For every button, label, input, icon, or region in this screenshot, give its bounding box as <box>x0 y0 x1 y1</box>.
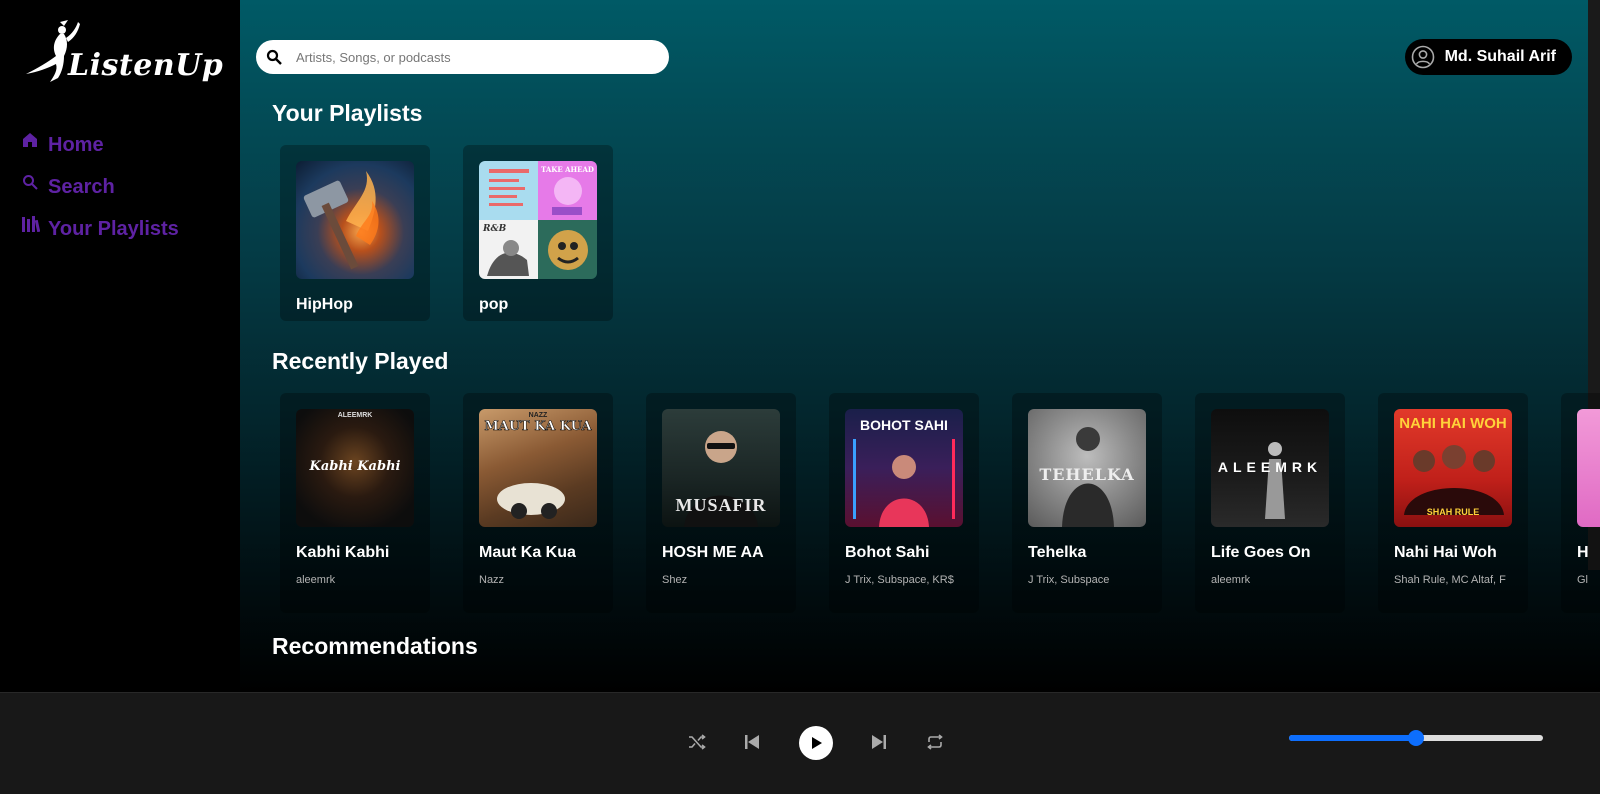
shuffle-icon <box>689 734 706 750</box>
track-artist: aleemrk <box>1211 574 1251 586</box>
cover-text: TAKE AHEAD <box>541 165 594 174</box>
track-title: Maut Ka Kua <box>479 544 576 561</box>
section-title-playlists: Your Playlists <box>272 100 423 126</box>
app-logo[interactable]: ListenUp <box>24 18 224 88</box>
cover-text: ALEEMRK <box>1217 459 1323 475</box>
sidebar: ListenUp Home Search Your Playlists <box>0 0 240 692</box>
home-icon <box>22 132 40 150</box>
track-title: Tehelka <box>1028 544 1087 561</box>
track-card[interactable]: ALEEMRK Life Goes On aleemrk <box>1195 393 1345 613</box>
cover-tile: R&B <box>479 220 538 279</box>
track-card[interactable]: NAZZ MAUT KA KUA Maut Ka Kua Nazz <box>463 393 613 613</box>
volume-slider[interactable] <box>1289 730 1543 746</box>
playlist-cover-pop: TAKE AHEAD R&B <box>479 161 597 279</box>
track-title: HOSH ME AA <box>662 544 764 561</box>
track-card[interactable]: NAHI HAI WOH SHAH RULE Nahi Hai Woh Shah… <box>1378 393 1528 613</box>
sidebar-item-home[interactable]: Home <box>22 124 179 166</box>
cover-tile: TAKE AHEAD <box>538 161 597 220</box>
search-input[interactable] <box>296 49 636 65</box>
volume-slider-thumb[interactable] <box>1408 730 1424 746</box>
playlist-name: HipHop <box>296 296 353 313</box>
track-artist: J Trix, Subspace <box>1028 574 1110 586</box>
search-icon <box>22 174 40 192</box>
logo-text: ListenUp <box>68 48 224 83</box>
main-content: Md. Suhail Arif Your Playlists HipHop <box>240 0 1600 692</box>
sidebar-item-search[interactable]: Search <box>22 166 179 208</box>
track-artist: Shah Rule, MC Altaf, F <box>1394 574 1506 586</box>
sidebar-item-your-playlists[interactable]: Your Playlists <box>22 208 179 250</box>
play-icon <box>812 737 822 749</box>
cover-text: Kabhi Kabhi <box>309 459 401 474</box>
next-icon <box>872 735 886 749</box>
track-card[interactable]: ALEEMRK Kabhi Kabhi Kabhi Kabhi aleemrk <box>280 393 430 613</box>
app-root: ListenUp Home Search Your Playlists Arti… <box>0 0 1600 794</box>
track-title: Life Goes On <box>1211 544 1311 561</box>
track-artist: Gl <box>1577 574 1588 586</box>
track-artist: J Trix, Subspace, KR$ <box>845 574 954 586</box>
search-icon <box>266 49 282 65</box>
sidebar-item-label: Home <box>48 133 104 156</box>
player-bar <box>0 692 1600 794</box>
track-artist: Nazz <box>479 574 505 586</box>
track-title: Bohot Sahi <box>845 544 930 561</box>
track-card[interactable]: H Gl <box>1561 393 1600 613</box>
cover-text: R&B <box>483 224 507 234</box>
user-name: Md. Suhail Arif <box>1444 48 1556 65</box>
cover-tile <box>479 161 538 220</box>
playlist-card[interactable]: TAKE AHEAD R&B pop <box>463 145 613 321</box>
track-artist: aleemrk <box>296 574 336 586</box>
track-card[interactable]: BOHOT SAHI Bohot Sahi J Trix, Subspace, … <box>829 393 979 613</box>
repeat-button[interactable] <box>924 731 946 753</box>
track-cover: BOHOT SAHI <box>845 409 963 527</box>
track-card[interactable]: TEHELKA Tehelka J Trix, Subspace <box>1012 393 1162 613</box>
track-cover <box>1577 409 1600 527</box>
track-title: Nahi Hai Woh <box>1394 544 1497 561</box>
playlist-card[interactable]: HipHop <box>280 145 430 321</box>
track-title: H <box>1577 544 1589 561</box>
section-title-recently-played: Recently Played <box>272 348 449 374</box>
volume-slider-fill <box>1289 735 1416 741</box>
playlists-row: HipHop TAKE AHEAD R&B pop <box>280 145 646 321</box>
cover-text: ALEEMRK <box>337 412 373 419</box>
shuffle-button[interactable] <box>686 731 708 753</box>
track-card[interactable]: MUSAFIR HOSH ME AA Shez <box>646 393 796 613</box>
user-avatar-icon <box>1411 45 1435 69</box>
repeat-icon <box>927 734 943 750</box>
previous-icon <box>745 735 759 749</box>
library-icon <box>22 216 40 234</box>
track-cover: TEHELKA <box>1028 409 1146 527</box>
track-title: Kabhi Kabhi <box>296 544 390 561</box>
recently-played-row: ALEEMRK Kabhi Kabhi Kabhi Kabhi aleemrk … <box>280 393 1600 613</box>
search-bar[interactable] <box>256 40 669 74</box>
track-cover: MUSAFIR <box>662 409 780 527</box>
sidebar-item-label: Your Playlists <box>48 217 179 240</box>
track-cover: ALEEMRK <box>1211 409 1329 527</box>
cover-text: SHAH RULE <box>1426 507 1480 517</box>
track-artist: Shez <box>662 574 688 586</box>
track-cover: NAZZ MAUT KA KUA <box>479 409 597 527</box>
hammer-art-icon <box>303 171 379 270</box>
track-cover: ALEEMRK Kabhi Kabhi <box>296 409 414 527</box>
previous-button[interactable] <box>741 731 763 753</box>
sidebar-nav: Home Search Your Playlists <box>22 124 179 250</box>
user-profile-button[interactable]: Md. Suhail Arif <box>1404 39 1572 75</box>
cover-tile <box>538 220 597 279</box>
sidebar-item-label: Search <box>48 175 115 198</box>
section-title-recommendations: Recommendations <box>272 633 478 659</box>
playlist-name: pop <box>479 296 509 313</box>
play-button[interactable] <box>799 726 833 760</box>
next-button[interactable] <box>868 731 890 753</box>
cover-text: MUSAFIR <box>675 495 767 515</box>
cover-text: TEHELKA <box>1039 465 1135 484</box>
playlist-cover-hiphop <box>296 161 414 279</box>
track-cover: NAHI HAI WOH SHAH RULE <box>1394 409 1512 527</box>
